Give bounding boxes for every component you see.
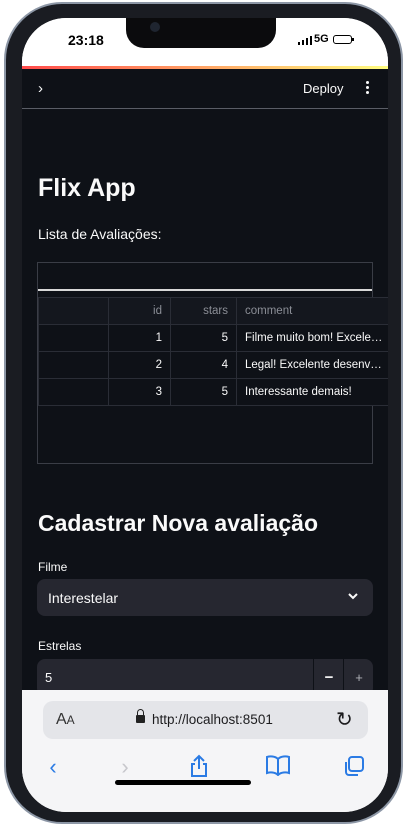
reviews-dataframe[interactable]: id stars comment 1 5 Filme muito bom! Ex…	[37, 262, 388, 464]
url-text[interactable]: http://localhost:8501	[152, 712, 273, 727]
column-header-comment[interactable]: comment	[236, 297, 388, 325]
network-label: 5G	[314, 33, 329, 45]
cell-index	[38, 378, 109, 406]
streamlit-app: › Deploy Flix App Lista de Avaliações: i…	[22, 69, 388, 690]
cell-id[interactable]: 3	[108, 378, 171, 406]
cell-index	[38, 324, 109, 352]
status-bar: 23:18 5G	[22, 18, 388, 68]
kebab-menu-icon[interactable]	[366, 81, 370, 97]
battery-icon	[333, 35, 354, 44]
increment-button[interactable]: +	[343, 659, 374, 690]
table-header-row: id stars comment	[38, 297, 388, 325]
forward-icon[interactable]: ›	[111, 754, 139, 780]
back-icon[interactable]: ‹	[39, 754, 67, 780]
cell-stars[interactable]: 5	[170, 378, 237, 406]
cell-comment[interactable]: Filme muito bom! Excele…	[236, 324, 388, 352]
cell-stars[interactable]: 4	[170, 351, 237, 379]
reviews-subtitle: Lista de Avaliações:	[38, 226, 162, 242]
text-size-button[interactable]: AA	[56, 711, 75, 729]
chevron-down-icon	[347, 589, 359, 605]
cell-id[interactable]: 2	[108, 351, 171, 379]
phone-device: 23:18 5G › Deploy Flix App Lista de Aval…	[0, 0, 407, 828]
column-header-stars[interactable]: stars	[170, 297, 237, 325]
cell-index	[38, 351, 109, 379]
reload-icon[interactable]: ↻	[336, 707, 353, 732]
stars-number-input[interactable]: 5 − +	[37, 659, 373, 690]
table-row[interactable]: 3 5 Interessante demais!	[38, 378, 388, 406]
browser-toolbar: AA http://localhost:8501 ↻ ‹ ›	[22, 690, 388, 812]
phone-screen: 23:18 5G › Deploy Flix App Lista de Aval…	[22, 18, 388, 812]
camera-icon	[150, 22, 160, 32]
lock-icon	[136, 709, 145, 723]
notch	[126, 18, 276, 48]
tabs-icon[interactable]	[340, 754, 368, 780]
stars-label: Estrelas	[38, 639, 82, 653]
cell-id[interactable]: 1	[108, 324, 171, 352]
film-select-value: Interestelar	[48, 590, 119, 606]
app-header: › Deploy	[22, 69, 388, 109]
form-heading: Cadastrar Nova avaliação	[38, 510, 318, 536]
dataframe-toolbar	[38, 263, 372, 291]
decrement-button[interactable]: −	[313, 659, 344, 690]
chevron-right-icon[interactable]: ›	[38, 80, 43, 97]
address-bar[interactable]: AA http://localhost:8501 ↻	[43, 701, 368, 739]
signal-icon	[298, 36, 312, 45]
stars-input-value[interactable]: 5	[45, 670, 52, 685]
cell-stars[interactable]: 5	[170, 324, 237, 352]
bookmarks-icon[interactable]	[264, 754, 292, 780]
column-header-id[interactable]: id	[108, 297, 171, 325]
column-header-index	[38, 297, 109, 325]
film-select[interactable]: Interestelar	[37, 579, 373, 616]
cell-comment[interactable]: Legal! Excelente desenv…	[236, 351, 388, 379]
reviews-table: id stars comment 1 5 Filme muito bom! Ex…	[38, 297, 388, 406]
share-icon[interactable]	[185, 754, 213, 780]
film-label: Filme	[38, 560, 68, 574]
status-time: 23:18	[68, 32, 104, 48]
deploy-button[interactable]: Deploy	[303, 81, 343, 96]
table-row[interactable]: 1 5 Filme muito bom! Excele…	[38, 324, 388, 352]
table-row[interactable]: 2 4 Legal! Excelente desenv…	[38, 351, 388, 379]
home-indicator	[115, 780, 251, 785]
page-title: Flix App	[38, 174, 136, 202]
cell-comment[interactable]: Interessante demais!	[236, 378, 388, 406]
